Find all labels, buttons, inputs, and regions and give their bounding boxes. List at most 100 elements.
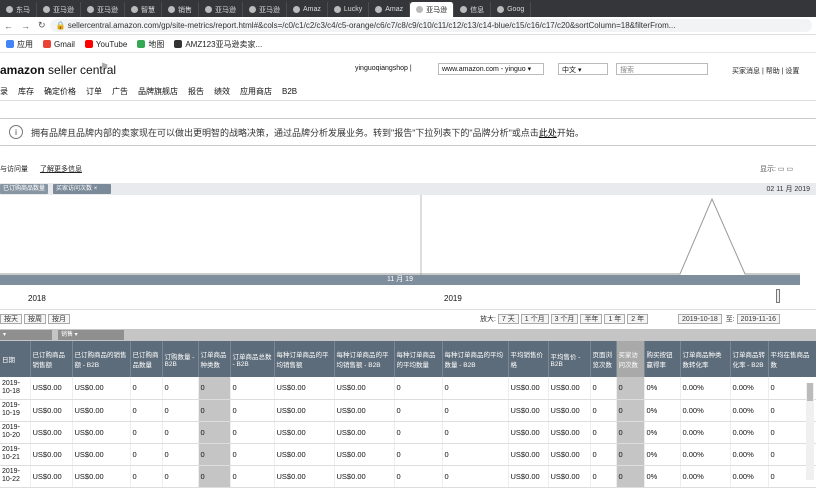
- search-input[interactable]: 搜索: [616, 63, 708, 75]
- column-header[interactable]: 已订购商品的销售额 - B2B: [72, 341, 131, 377]
- zoom-label: 放大:: [480, 316, 496, 323]
- column-header[interactable]: 订单商品转化率 - B2B: [730, 341, 769, 377]
- chart-view-icon[interactable]: ▭: [786, 166, 793, 173]
- close-icon[interactable]: ×: [94, 186, 98, 192]
- browser-tab[interactable]: Amaz: [369, 2, 411, 17]
- bookmark-item[interactable]: 应用: [6, 39, 33, 50]
- granularity-button[interactable]: 按周: [24, 314, 46, 324]
- sales-traffic-table: 日期 已订购商品销售额 已订购商品的销售额 - B2B 已订购商品数量 订购数量 - B…: [0, 341, 816, 488]
- zoom-range-button[interactable]: 3 个月: [550, 314, 579, 324]
- column-header[interactable]: 平均售价 - B2B: [548, 341, 591, 377]
- nav-item[interactable]: 绩效: [214, 86, 230, 97]
- column-header[interactable]: 购买按钮赢得率: [644, 341, 681, 377]
- column-header[interactable]: 每种订单商品的平均数量 - B2B: [442, 341, 509, 377]
- zoom-range-button[interactable]: 半年: [580, 314, 603, 324]
- column-header[interactable]: 订单商品种类数转化率: [680, 341, 731, 377]
- nav-item[interactable]: 广告: [112, 86, 128, 97]
- browser-tab[interactable]: 东马: [0, 2, 37, 17]
- column-header[interactable]: 每种订单商品的平均数量: [394, 341, 443, 377]
- column-header[interactable]: 买家访问次数: [616, 341, 645, 377]
- browser-tab[interactable]: 亚马逊: [410, 2, 455, 17]
- granularity-button[interactable]: 按天: [0, 314, 22, 324]
- bookmark-item[interactable]: Gmail: [43, 40, 75, 49]
- column-header[interactable]: 每种订单商品的平均销售额 - B2B: [334, 341, 395, 377]
- nav-item[interactable]: 订单: [86, 86, 102, 97]
- nav-item[interactable]: 确定价格: [44, 86, 76, 97]
- zoom-range-button[interactable]: 1 个月: [520, 314, 549, 324]
- bookmark-item[interactable]: 地图: [137, 39, 164, 50]
- sessions-link[interactable]: 与访问量: [0, 166, 28, 173]
- bookmark-item[interactable]: YouTube: [84, 40, 127, 49]
- flag-icon[interactable]: ⚑: [100, 62, 109, 73]
- tab-favicon-icon: [375, 6, 383, 13]
- chip-sessions-label: 买家访问次数: [56, 186, 93, 192]
- info-link[interactable]: 此处: [539, 126, 557, 139]
- browser-tab[interactable]: 亚马逊: [199, 2, 243, 17]
- browser-tab[interactable]: Amaz: [287, 2, 328, 17]
- list-view-icon[interactable]: ▭: [778, 166, 785, 173]
- table-scrollbar[interactable]: [806, 383, 814, 480]
- nav-item[interactable]: 品牌旗舰店: [138, 86, 178, 97]
- browser-tab[interactable]: 亚马逊: [37, 2, 81, 17]
- column-select-row: ▾ 销售 ▾: [0, 329, 816, 341]
- browser-tab[interactable]: Lucky: [328, 2, 370, 17]
- url-input[interactable]: 🔒 sellercentral.amazon.com/gp/site-metri…: [49, 19, 812, 32]
- scrollbar-thumb[interactable]: [807, 383, 813, 401]
- table-cell: 0.00%: [680, 399, 731, 422]
- store-separator: |: [409, 65, 412, 72]
- column-header[interactable]: 每种订单商品的平均销售额: [274, 341, 335, 377]
- reload-icon[interactable]: ↻: [34, 20, 50, 31]
- filter-select-2[interactable]: 销售 ▾: [58, 330, 124, 340]
- back-icon[interactable]: ←: [0, 21, 17, 31]
- table-cell: US$0.00: [508, 443, 549, 466]
- browser-tab[interactable]: 智慧: [125, 2, 162, 17]
- column-header[interactable]: 订单商品种类数: [198, 341, 231, 377]
- column-header[interactable]: 订购数量 - B2B: [162, 341, 199, 377]
- forward-icon[interactable]: →: [17, 21, 34, 31]
- marketplace-select[interactable]: www.amazon.com - yinguo ▾: [438, 63, 544, 75]
- bookmark-icon: [84, 40, 93, 48]
- bookmark-label: 应用: [17, 39, 33, 49]
- nav-item[interactable]: 报告: [188, 86, 204, 97]
- tab-title: 亚马逊: [53, 6, 74, 14]
- browser-tab[interactable]: Goog: [491, 2, 532, 17]
- chip-units-ordered[interactable]: 已订购商品数量: [0, 184, 48, 194]
- header-links[interactable]: 买家消息 | 帮助 | 设置: [732, 66, 799, 76]
- browser-tab[interactable]: 亚马逊: [243, 2, 287, 17]
- column-header[interactable]: 订单商品总数 - B2B: [230, 341, 275, 377]
- timeline-handle[interactable]: [776, 289, 780, 303]
- tab-title: 亚马逊: [97, 6, 118, 14]
- granularity-button[interactable]: 按月: [48, 314, 70, 324]
- nav-item[interactable]: 应用商店: [240, 86, 272, 97]
- browser-tab[interactable]: 销售: [162, 2, 199, 17]
- table-cell: 0: [230, 421, 275, 444]
- browser-tab[interactable]: 亚马逊: [81, 2, 125, 17]
- column-header[interactable]: 平均在售商品数: [768, 341, 816, 377]
- chip-sessions[interactable]: 买家访问次数 ×: [53, 184, 111, 194]
- zoom-range-button[interactable]: 1 年: [604, 314, 626, 324]
- nav-item[interactable]: 库存: [18, 86, 34, 97]
- amazon-logo[interactable]: amazon seller central: [0, 63, 116, 77]
- table-cell: 0.00%: [680, 443, 731, 466]
- browser-tab[interactable]: 信息: [454, 2, 492, 17]
- learn-more-link[interactable]: 了解更多信息: [40, 166, 82, 173]
- zoom-range-button[interactable]: 2 年: [627, 314, 649, 324]
- column-header[interactable]: 日期: [0, 341, 31, 377]
- date-from-input[interactable]: 2019-10-18: [678, 314, 722, 324]
- column-header[interactable]: 平均销售价格: [508, 341, 549, 377]
- nav-item[interactable]: B2B: [282, 87, 297, 96]
- column-header[interactable]: 已订购商品销售额: [30, 341, 73, 377]
- bookmark-item[interactable]: AMZ123亚马逊卖家...: [174, 39, 262, 50]
- to-label: 至:: [725, 316, 735, 323]
- language-select[interactable]: 中文 ▾: [558, 63, 608, 75]
- date-to-input[interactable]: 2019-11-16: [736, 314, 780, 324]
- column-header[interactable]: 页面浏览次数: [590, 341, 617, 377]
- seller-central-header: amazon seller central ⚑ yinguoqiangshop …: [0, 53, 816, 83]
- filter-select-1[interactable]: ▾: [0, 330, 52, 340]
- column-header[interactable]: 已订购商品数量: [130, 341, 163, 377]
- nav-item[interactable]: 录: [0, 86, 8, 97]
- timeline-navigator[interactable]: 2018 2019: [0, 288, 816, 310]
- tab-favicon-icon: [497, 6, 505, 13]
- table-cell: 0.00%: [730, 377, 769, 400]
- zoom-range-button[interactable]: 7 天: [497, 314, 519, 324]
